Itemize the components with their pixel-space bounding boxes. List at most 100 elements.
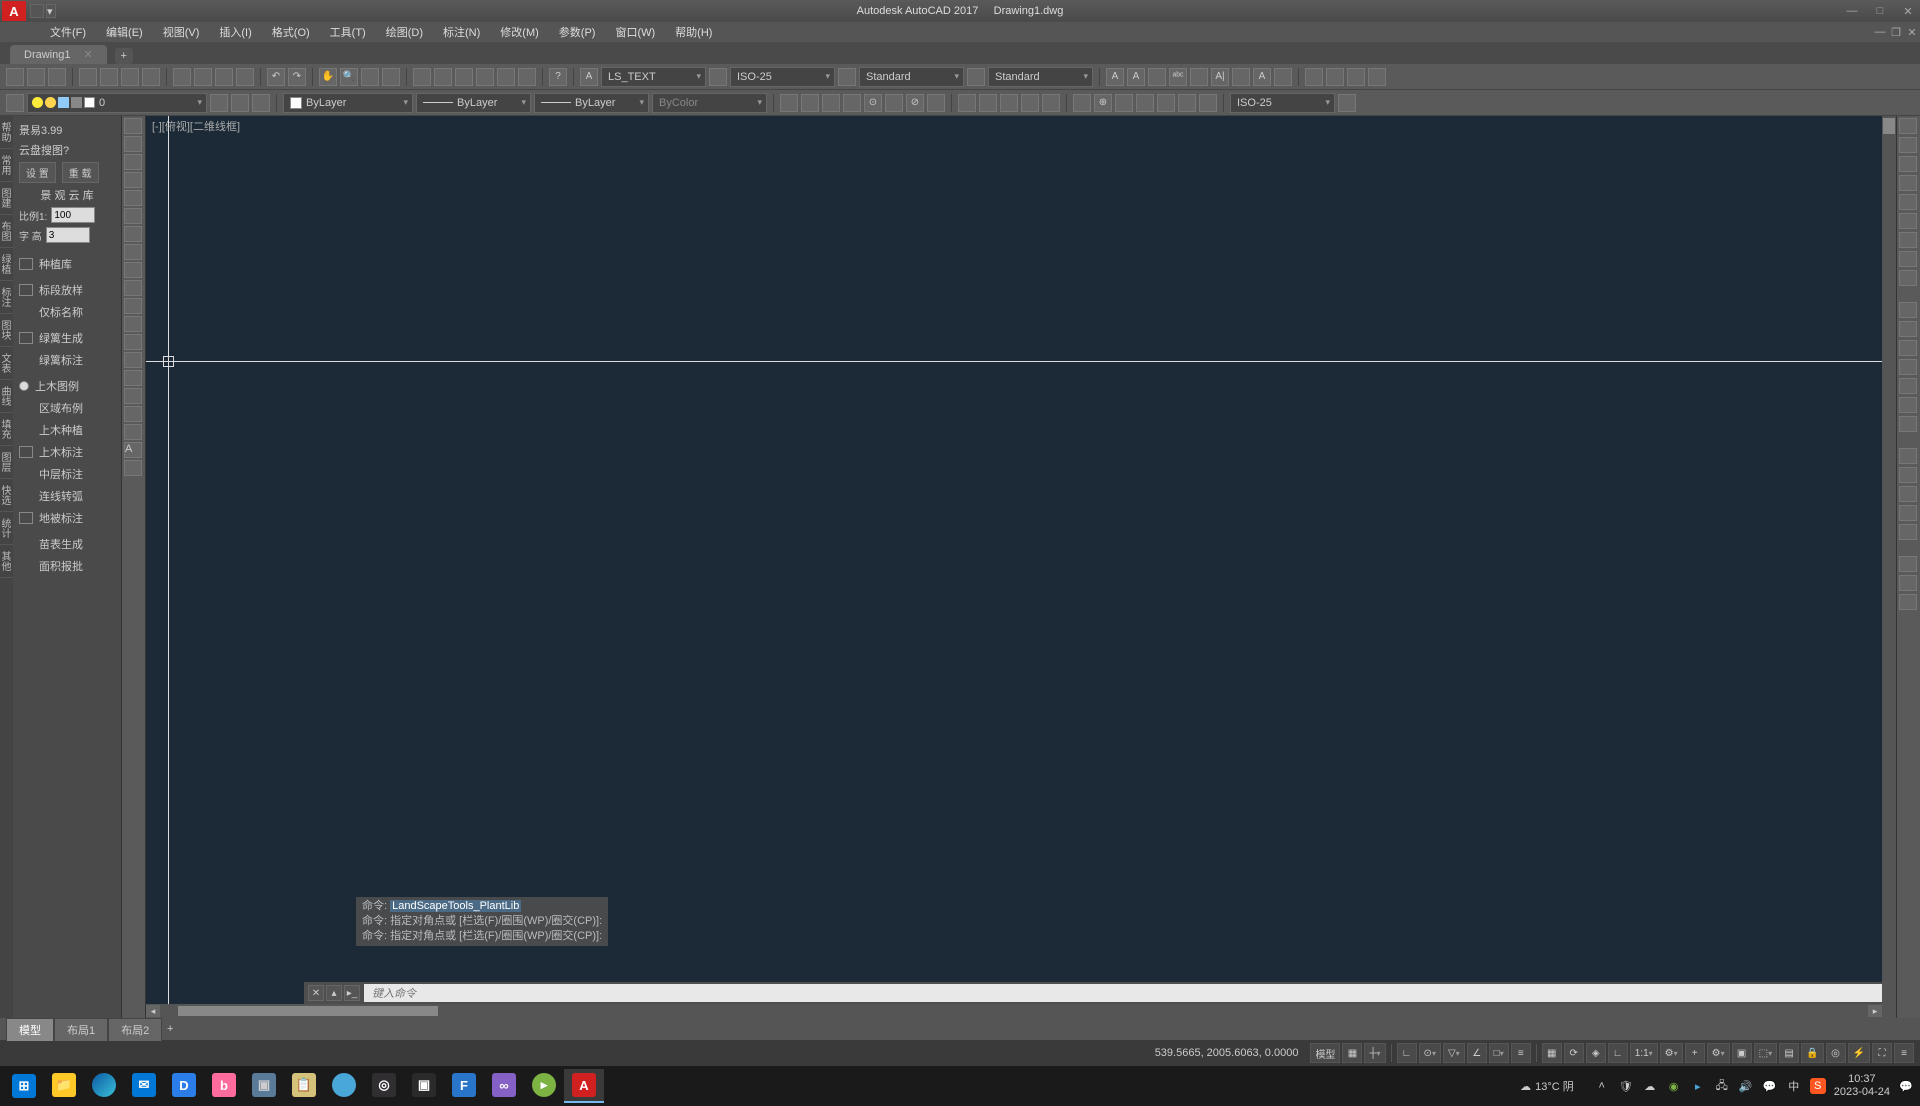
sb-isolate-icon[interactable]: ◎ <box>1826 1043 1846 1063</box>
linetype-combo[interactable]: ByLayer <box>534 93 649 113</box>
copy-obj-icon[interactable] <box>1899 137 1917 153</box>
redo-icon[interactable]: ↷ <box>288 68 306 86</box>
maximize-button[interactable]: □ <box>1872 4 1888 18</box>
distance-icon[interactable] <box>1899 448 1917 464</box>
tray-wechat-icon[interactable]: 💬 <box>1762 1078 1778 1094</box>
tab-model[interactable]: 模型 <box>6 1018 54 1041</box>
sb-lwt-icon[interactable]: ≡ <box>1511 1043 1531 1063</box>
ltab-qsel[interactable]: 快选 <box>0 479 13 512</box>
array-icon[interactable] <box>1899 194 1917 210</box>
center-mark-icon[interactable]: ⊕ <box>1094 94 1112 112</box>
break-icon[interactable] <box>1899 340 1917 356</box>
tray-notification-icon[interactable]: 💬 <box>1898 1078 1914 1094</box>
find-icon[interactable] <box>1148 68 1166 86</box>
layer-state-icon[interactable] <box>231 94 249 112</box>
menu-param[interactable]: 参数(P) <box>549 22 606 42</box>
cmd-recent-icon[interactable]: ▴ <box>326 985 342 1001</box>
sb-snap-icon[interactable]: ┼ <box>1364 1043 1385 1063</box>
layer-iso-icon[interactable] <box>252 94 270 112</box>
tb-app-vs[interactable]: ∞ <box>484 1069 524 1103</box>
matchprop-icon[interactable] <box>236 68 254 86</box>
dim-icon[interactable] <box>1305 68 1323 86</box>
mirror-icon[interactable] <box>1899 156 1917 172</box>
dim-diameter-icon[interactable]: ⊘ <box>906 94 924 112</box>
save-icon[interactable] <box>48 68 66 86</box>
mleader-style-icon[interactable] <box>967 68 985 86</box>
taskbar-clock[interactable]: 10:37 2023-04-24 <box>1834 1073 1890 1099</box>
ltab-table[interactable]: 文表 <box>0 347 13 380</box>
lineweight-combo[interactable]: ByLayer <box>416 93 531 113</box>
region-mass-icon[interactable] <box>1899 486 1917 502</box>
sb-units-icon[interactable]: ⬚ <box>1754 1043 1777 1063</box>
sb-ortho-icon[interactable]: ∟ <box>1397 1043 1417 1063</box>
menu-insert[interactable]: 插入(I) <box>209 22 261 42</box>
qselect-icon[interactable] <box>1899 594 1917 610</box>
dim-baseline-icon[interactable] <box>979 94 997 112</box>
zoom-prev-icon[interactable] <box>382 68 400 86</box>
text-a2-icon[interactable]: A <box>1127 68 1145 86</box>
circle-icon[interactable] <box>124 226 142 242</box>
offset-icon[interactable] <box>1899 175 1917 191</box>
item-label-style[interactable]: 标段放样 <box>15 279 119 301</box>
dim-linear-icon[interactable] <box>780 94 798 112</box>
dim-continue-icon[interactable] <box>1000 94 1018 112</box>
menu-file[interactable]: 文件(F) <box>40 22 96 42</box>
cmd-close-icon[interactable]: ✕ <box>308 985 324 1001</box>
zoom-icon[interactable]: 🔍 <box>340 68 358 86</box>
hatch-icon[interactable] <box>124 370 142 386</box>
menu-tools[interactable]: 工具(T) <box>320 22 376 42</box>
dim-tedit-icon[interactable] <box>1178 94 1196 112</box>
spline-icon[interactable] <box>124 262 142 278</box>
scroll-left-icon[interactable]: ◂ <box>146 1005 160 1017</box>
scale-icon[interactable] <box>1899 251 1917 267</box>
dim-radius-icon[interactable]: ⊙ <box>864 94 882 112</box>
dim-break-icon[interactable] <box>1042 94 1060 112</box>
dim-aligned-icon[interactable] <box>801 94 819 112</box>
mtext-icon[interactable]: A <box>124 442 142 458</box>
gradient-icon[interactable] <box>124 388 142 404</box>
dim-update-icon[interactable] <box>1199 94 1217 112</box>
item-only-name[interactable]: 仅标名称 <box>15 301 119 323</box>
menu-view[interactable]: 视图(V) <box>153 22 210 42</box>
layer-prev-icon[interactable] <box>210 94 228 112</box>
sb-annoscale[interactable]: 1:1 <box>1630 1043 1658 1063</box>
text-a-icon[interactable]: A <box>1106 68 1124 86</box>
sb-otrack-icon[interactable]: ∠ <box>1467 1043 1487 1063</box>
justify-icon[interactable]: A| <box>1211 68 1229 86</box>
draworder-icon[interactable] <box>1899 556 1917 572</box>
ltab-block[interactable]: 图块 <box>0 314 13 347</box>
ltab-curve[interactable]: 曲线 <box>0 380 13 413</box>
sb-cleanscreen-icon[interactable]: ⛶ <box>1872 1043 1892 1063</box>
tray-shield-icon[interactable]: 🛡 <box>1618 1078 1634 1094</box>
trim-icon[interactable] <box>1899 302 1917 318</box>
bg-mask-icon[interactable] <box>1232 68 1250 86</box>
tb-app-cpu[interactable]: ▣ <box>244 1069 284 1103</box>
color-combo[interactable]: ByLayer <box>283 93 413 113</box>
print-icon[interactable] <box>79 68 97 86</box>
erase-icon[interactable] <box>1899 118 1917 134</box>
textheight-input[interactable] <box>46 227 90 243</box>
item-hedge-gen[interactable]: 绿篱生成 <box>15 327 119 349</box>
qat-btn[interactable] <box>30 4 44 18</box>
dim-space-icon[interactable] <box>1021 94 1039 112</box>
sb-grid-icon[interactable]: ▦ <box>1342 1043 1362 1063</box>
sb-gear-icon[interactable]: ⚙ <box>1660 1043 1683 1063</box>
table-icon[interactable] <box>1326 68 1344 86</box>
sb-transp-icon[interactable]: ▦ <box>1542 1043 1562 1063</box>
dim-style-combo[interactable]: ISO-25 <box>730 67 835 87</box>
item-tree-label[interactable]: 上木标注 <box>15 441 119 463</box>
plotstyle-combo[interactable]: ByColor <box>652 93 767 113</box>
doc-close[interactable]: ✕ <box>1904 25 1920 39</box>
tb-app-circle[interactable] <box>324 1069 364 1103</box>
command-input[interactable]: 键入命令 <box>364 984 1896 1002</box>
inspect-icon[interactable] <box>1115 94 1133 112</box>
point-icon[interactable] <box>124 352 142 368</box>
revcloud-icon[interactable] <box>124 244 142 260</box>
item-mid-label[interactable]: 中层标注 <box>15 463 119 485</box>
drawing-canvas[interactable]: [-][俯视][二维线框] 命令: LandScapeTools_PlantLi… <box>146 116 1896 1018</box>
rotate-icon[interactable] <box>1899 232 1917 248</box>
tb-autocad[interactable]: A <box>564 1069 604 1103</box>
table-style-icon[interactable] <box>838 68 856 86</box>
menu-help[interactable]: 帮助(H) <box>665 22 722 42</box>
field-icon[interactable]: A <box>1253 68 1271 86</box>
